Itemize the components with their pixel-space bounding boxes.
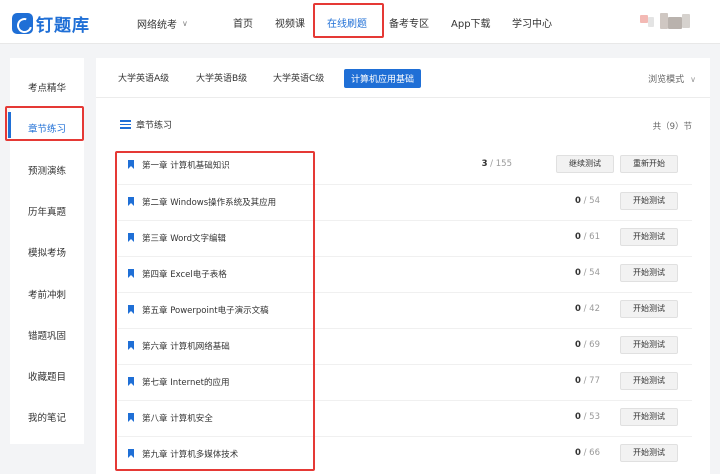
sidebar-item-final-sprint[interactable]: 考前冲刺	[10, 287, 84, 301]
tab-college-english-b[interactable]: 大学英语B级	[196, 71, 247, 84]
start-test-button[interactable]: 开始测试	[620, 192, 678, 210]
exam-category-dropdown[interactable]: 网络统考 ∨	[137, 16, 188, 31]
section-header: 章节练习 共（9）节	[96, 98, 710, 148]
chevron-down-icon: ∨	[690, 75, 696, 84]
start-test-button[interactable]: 开始测试	[620, 444, 678, 462]
nav-learning-center[interactable]: 学习中心	[512, 15, 552, 30]
nav-video-course[interactable]: 视频课	[275, 15, 305, 30]
sidebar-item-favorites[interactable]: 收藏题目	[10, 369, 84, 383]
exam-category-label: 网络统考	[137, 20, 177, 31]
chapter-progress: 0 / 42	[574, 304, 600, 314]
sidebar-item-past-exams[interactable]: 历年真题	[10, 204, 84, 218]
sidebar-item-mock-exam[interactable]: 模拟考场	[10, 245, 84, 259]
chapter-progress: 0 / 66	[574, 448, 600, 458]
start-test-button[interactable]: 开始测试	[620, 300, 678, 318]
active-nav-highlight	[313, 3, 384, 38]
chapter-progress: 0 / 61	[574, 232, 600, 242]
subject-tabs: 大学英语A级 大学英语B级 大学英语C级 计算机应用基础 浏览模式 ∨	[96, 58, 710, 98]
tab-college-english-a[interactable]: 大学英语A级	[118, 71, 169, 84]
start-test-button[interactable]: 开始测试	[620, 228, 678, 246]
nav-home[interactable]: 首页	[233, 15, 253, 30]
logo-icon	[12, 13, 33, 34]
chapter-list-highlight	[115, 151, 315, 471]
nav-exam-prep[interactable]: 备考专区	[389, 15, 429, 30]
restart-button[interactable]: 重新开始	[620, 155, 678, 173]
start-test-button[interactable]: 开始测试	[620, 264, 678, 282]
section-title: 章节练习	[136, 121, 173, 131]
sidebar-item-my-notes[interactable]: 我的笔记	[10, 410, 84, 424]
browse-mode-dropdown[interactable]: 浏览模式 ∨	[648, 72, 696, 85]
chapter-progress: 0 / 77	[574, 376, 600, 386]
list-icon	[120, 120, 131, 129]
start-test-button[interactable]: 开始测试	[620, 336, 678, 354]
logo[interactable]: 钉题库	[12, 11, 90, 36]
chevron-down-icon: ∨	[182, 19, 188, 28]
sidebar-item-key-points[interactable]: 考点精华	[10, 80, 84, 94]
chapter-progress: 0 / 69	[574, 340, 600, 350]
sidebar-active-highlight	[5, 106, 84, 141]
continue-test-button[interactable]: 继续测试	[556, 155, 614, 173]
browse-mode-label: 浏览模式	[648, 75, 685, 85]
logo-text: 钉题库	[36, 16, 90, 36]
start-test-button[interactable]: 开始测试	[620, 408, 678, 426]
tab-computer-basics[interactable]: 计算机应用基础	[344, 69, 422, 88]
tab-college-english-c[interactable]: 大学英语C级	[273, 71, 324, 84]
chapter-progress: 0 / 53	[574, 412, 600, 422]
sidebar-item-wrong-questions[interactable]: 错题巩固	[10, 328, 84, 342]
nav-app-download[interactable]: App下载	[451, 15, 491, 30]
start-test-button[interactable]: 开始测试	[620, 372, 678, 390]
sidebar-item-prediction-drill[interactable]: 预测演练	[10, 163, 84, 177]
chapter-progress: 0 / 54	[574, 268, 600, 278]
user-avatar[interactable]	[640, 13, 700, 31]
chapter-progress: 3 / 155	[481, 159, 512, 169]
chapter-count: 共（9）节	[652, 122, 692, 132]
chapter-progress: 0 / 54	[574, 196, 600, 206]
